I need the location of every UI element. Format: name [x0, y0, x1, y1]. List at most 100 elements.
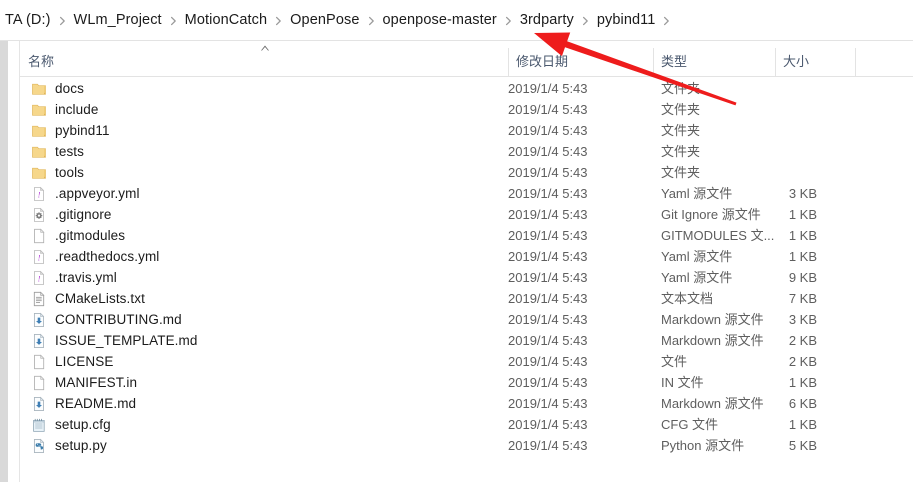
chevron-right-icon[interactable]: [167, 15, 180, 27]
cell-name[interactable]: pybind11: [20, 120, 110, 141]
cell-date-modified: 2019/1/4 5:43: [508, 186, 588, 201]
table-row[interactable]: tools 2019/1/4 5:43 文件夹: [20, 162, 913, 183]
cell-type: 文件夹: [661, 81, 701, 96]
file-list[interactable]: docs 2019/1/4 5:43 文件夹 include 2019/1/4 5:43…: [20, 78, 913, 478]
column-header-type-label: 类型: [661, 54, 688, 69]
svg-text:!: !: [38, 273, 41, 283]
chevron-right-icon[interactable]: [365, 15, 378, 27]
table-row[interactable]: LICENSE 2019/1/4 5:43 文件 2 KB: [20, 351, 913, 372]
table-row[interactable]: ! .readthedocs.yml 2019/1/4 5:43 Yaml 源文件 1 …: [20, 246, 913, 267]
cell-date-modified: 2019/1/4 5:43: [508, 81, 588, 96]
chevron-right-icon[interactable]: [272, 15, 285, 27]
chevron-right-icon[interactable]: [660, 15, 673, 27]
table-row[interactable]: setup.cfg 2019/1/4 5:43 CFG 文件 1 KB: [20, 414, 913, 435]
cell-date-modified: 2019/1/4 5:43: [508, 438, 588, 453]
cell-type: 文件夹: [661, 102, 701, 117]
cell-date-modified: 2019/1/4 5:43: [508, 333, 588, 348]
table-row[interactable]: MANIFEST.in 2019/1/4 5:43 IN 文件 1 KB: [20, 372, 913, 393]
sort-ascending-icon: [259, 44, 271, 52]
table-row[interactable]: .gitignore 2019/1/4 5:43 Git Ignore 源文件 1 K…: [20, 204, 913, 225]
cell-date-modified: 2019/1/4 5:43: [508, 165, 588, 180]
cell-size: 1 KB: [788, 417, 817, 432]
file-name-label: MANIFEST.in: [55, 375, 138, 390]
cell-size: 1 KB: [788, 228, 817, 243]
cell-name[interactable]: setup.cfg: [20, 414, 111, 435]
chevron-right-icon[interactable]: [56, 15, 69, 27]
yaml-file-icon: !: [31, 249, 47, 265]
chevron-right-icon[interactable]: [579, 15, 592, 27]
cell-type: CFG 文件: [661, 417, 719, 432]
breadcrumb-item-6[interactable]: pybind11: [592, 9, 661, 32]
cell-name[interactable]: docs: [20, 78, 84, 99]
cell-type: 文件夹: [661, 123, 701, 138]
svg-text:!: !: [38, 252, 41, 262]
column-header-type[interactable]: 类型: [653, 42, 775, 76]
yaml-file-icon: !: [31, 186, 47, 202]
cell-name[interactable]: tools: [20, 162, 84, 183]
breadcrumb-item-3[interactable]: OpenPose: [285, 9, 364, 32]
column-header-name-label: 名称: [28, 54, 55, 69]
column-header-date-modified[interactable]: 修改日期: [508, 42, 653, 76]
chevron-right-icon[interactable]: [502, 15, 515, 27]
file-name-label: pybind11: [55, 123, 110, 138]
cell-name[interactable]: ISSUE_TEMPLATE.md: [20, 330, 198, 351]
cell-name[interactable]: MANIFEST.in: [20, 372, 137, 393]
table-row[interactable]: README.md 2019/1/4 5:43 Markdown 源文件 6 KB: [20, 393, 913, 414]
table-row[interactable]: .gitmodules 2019/1/4 5:43 GITMODULES 文... 1…: [20, 225, 913, 246]
cell-type: Yaml 源文件: [661, 186, 733, 201]
breadcrumb-item-4[interactable]: openpose-master: [378, 9, 502, 32]
table-row[interactable]: tests 2019/1/4 5:43 文件夹: [20, 141, 913, 162]
cell-name[interactable]: CMakeLists.txt: [20, 288, 145, 309]
cell-size: 3 KB: [788, 186, 817, 201]
table-row[interactable]: ! .travis.yml 2019/1/4 5:43 Yaml 源文件 9 KB: [20, 267, 913, 288]
cell-date-modified: 2019/1/4 5:43: [508, 249, 588, 264]
cell-name[interactable]: .gitmodules: [20, 225, 125, 246]
cell-name[interactable]: tests: [20, 141, 84, 162]
file-name-label: include: [55, 102, 99, 117]
table-row[interactable]: ! .appveyor.yml 2019/1/4 5:43 Yaml 源文件 3 KB: [20, 183, 913, 204]
address-bar[interactable]: TA (D:) WLm_Project MotionCatch OpenPose ope…: [0, 0, 913, 41]
column-divider-name-date[interactable]: [508, 48, 509, 76]
table-row[interactable]: include 2019/1/4 5:43 文件夹: [20, 99, 913, 120]
cell-name[interactable]: ! .travis.yml: [20, 267, 117, 288]
cell-name[interactable]: LICENSE: [20, 351, 113, 372]
column-divider-size-end[interactable]: [855, 48, 856, 76]
file-name-label: setup.cfg: [55, 417, 111, 432]
table-row[interactable]: CMakeLists.txt 2019/1/4 5:43 文本文档 7 KB: [20, 288, 913, 309]
cell-date-modified: 2019/1/4 5:43: [508, 270, 588, 285]
markdown-file-icon: [31, 312, 47, 328]
notepad-file-icon: [31, 417, 47, 433]
cell-date-modified: 2019/1/4 5:43: [508, 228, 588, 243]
table-row[interactable]: CONTRIBUTING.md 2019/1/4 5:43 Markdown 源文件…: [20, 309, 913, 330]
cell-name[interactable]: ! .readthedocs.yml: [20, 246, 159, 267]
cell-type: Markdown 源文件: [661, 312, 764, 327]
table-row[interactable]: pybind11 2019/1/4 5:43 文件夹: [20, 120, 913, 141]
cell-name[interactable]: .gitignore: [20, 204, 112, 225]
column-divider-date-type[interactable]: [653, 48, 654, 76]
cell-size: 9 KB: [788, 270, 817, 285]
breadcrumb-item-0[interactable]: TA (D:): [0, 9, 56, 32]
cell-name[interactable]: ! .appveyor.yml: [20, 183, 140, 204]
blank-file-icon: [31, 375, 47, 391]
file-name-label: .gitmodules: [55, 228, 126, 243]
cell-type: Markdown 源文件: [661, 333, 764, 348]
table-row[interactable]: docs 2019/1/4 5:43 文件夹: [20, 78, 913, 99]
column-header-row: 名称 修改日期 类型 大小: [20, 42, 913, 77]
breadcrumb-item-5[interactable]: 3rdparty: [515, 9, 579, 32]
table-row[interactable]: setup.py 2019/1/4 5:43 Python 源文件 5 KB: [20, 435, 913, 456]
python-file-icon: [31, 438, 47, 454]
file-name-label: tests: [55, 144, 85, 159]
cell-size: 2 KB: [788, 354, 817, 369]
breadcrumb-item-2[interactable]: MotionCatch: [180, 9, 273, 32]
cell-name[interactable]: setup.py: [20, 435, 107, 456]
cell-name[interactable]: CONTRIBUTING.md: [20, 309, 182, 330]
table-row[interactable]: ISSUE_TEMPLATE.md 2019/1/4 5:43 Markdown 源…: [20, 330, 913, 351]
breadcrumb-item-1[interactable]: WLm_Project: [69, 9, 167, 32]
file-name-label: .gitignore: [55, 207, 112, 222]
cell-date-modified: 2019/1/4 5:43: [508, 354, 588, 369]
cell-date-modified: 2019/1/4 5:43: [508, 102, 588, 117]
column-divider-type-size[interactable]: [775, 48, 776, 76]
cell-name[interactable]: include: [20, 99, 98, 120]
cell-name[interactable]: README.md: [20, 393, 136, 414]
column-header-size[interactable]: 大小: [775, 42, 855, 76]
